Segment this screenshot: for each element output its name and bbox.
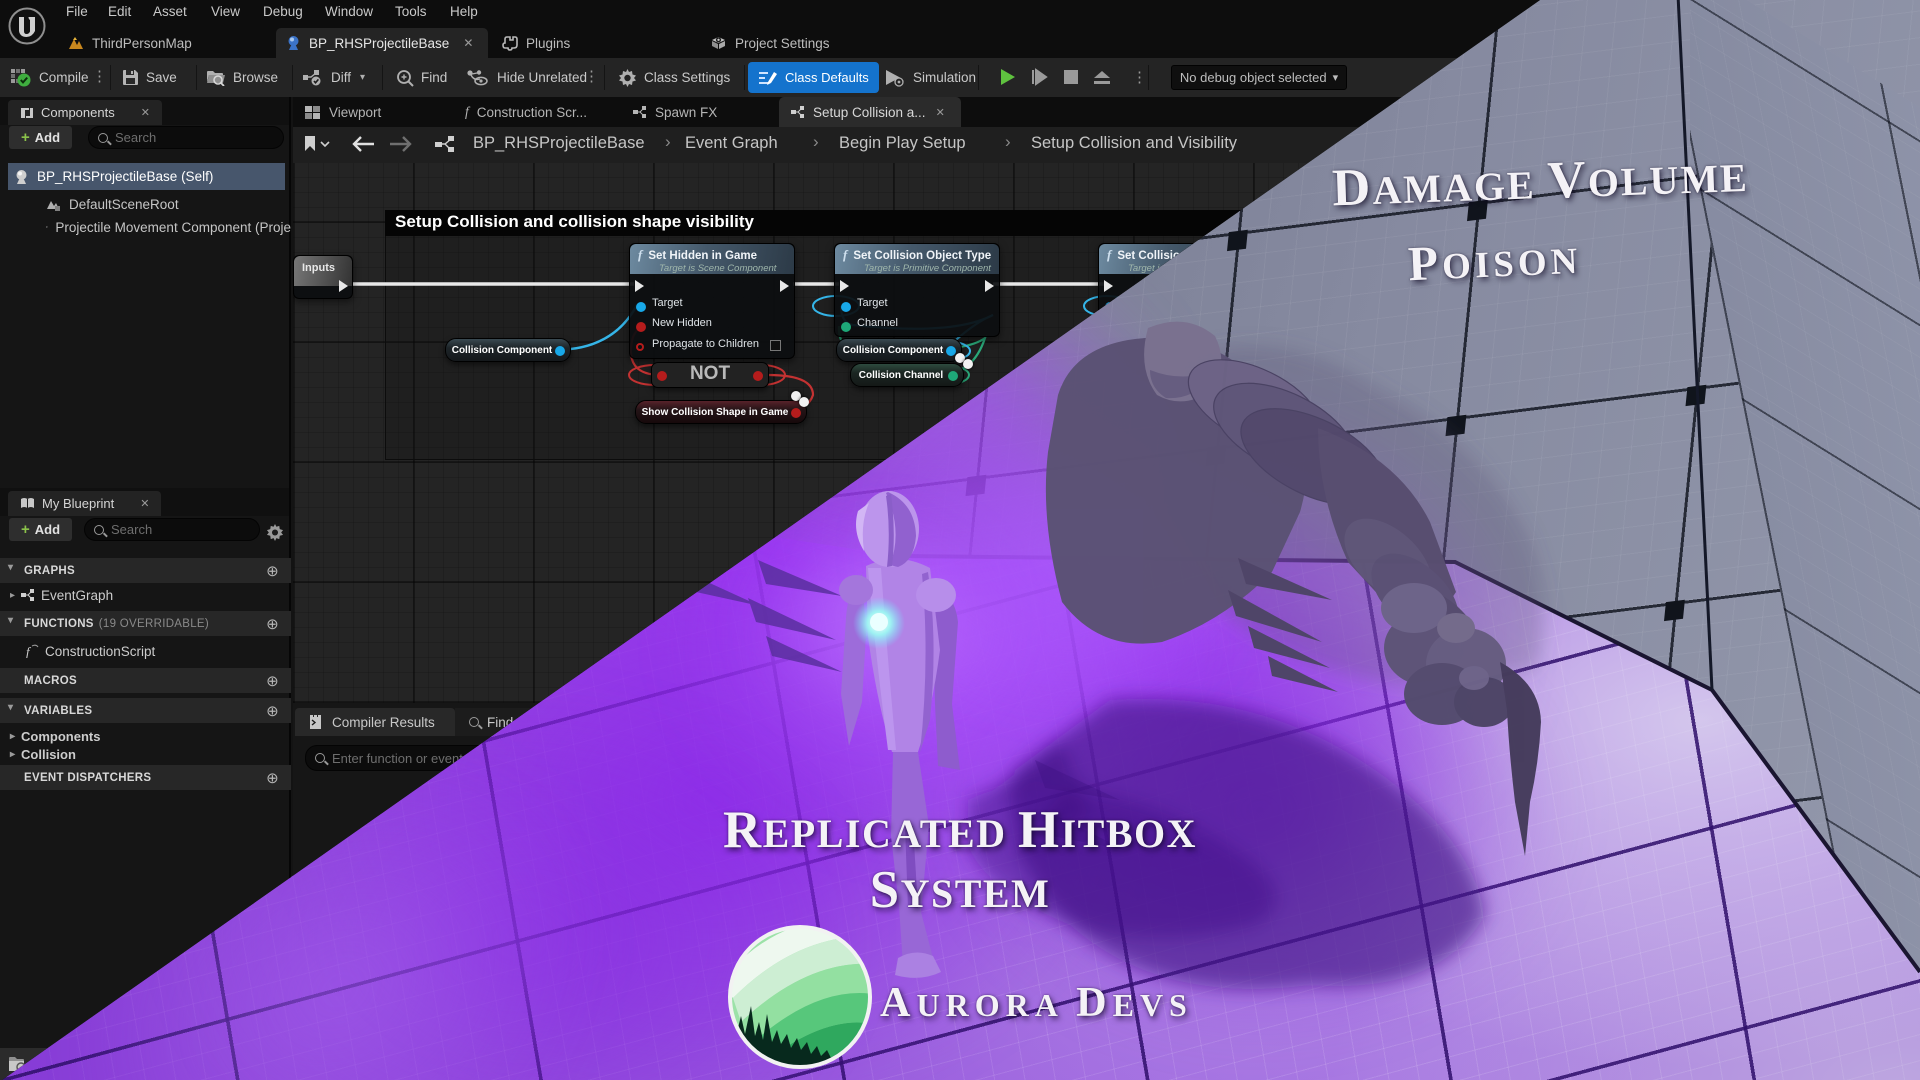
svg-text:f: f [26,644,32,658]
